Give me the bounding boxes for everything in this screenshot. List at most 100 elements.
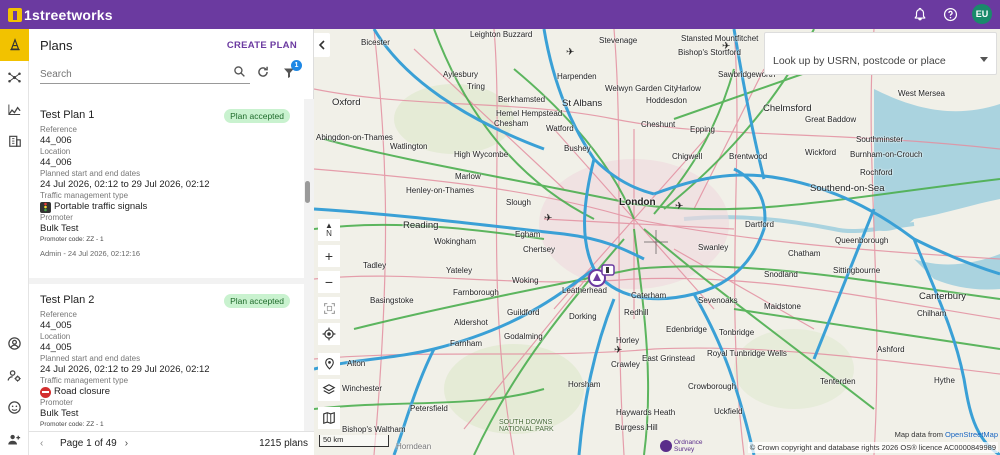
rail-account[interactable] xyxy=(0,327,29,359)
lookup-input[interactable]: Look up by USRN, postcode or place xyxy=(773,55,946,67)
place-label: Burnham-on-Crouch xyxy=(850,150,923,159)
list-scrollbar[interactable] xyxy=(305,181,310,203)
promoter-code: Promoter code: ZZ - 1 xyxy=(40,421,104,428)
network-icon xyxy=(8,72,21,82)
logo-mark-icon xyxy=(8,7,22,22)
analytics-icon xyxy=(8,104,21,115)
place-label: Queenborough xyxy=(835,236,889,245)
place-label: High Wycombe xyxy=(454,150,509,159)
pin-button[interactable] xyxy=(318,353,340,375)
map-pin-icon xyxy=(324,358,334,370)
place-label: Horley xyxy=(616,336,640,345)
copyright-attribution: © Crown copyright and database rights 20… xyxy=(747,442,998,453)
plan-card[interactable]: Test Plan 1 Plan accepted Reference 44_0… xyxy=(29,99,304,278)
layers-button[interactable] xyxy=(318,379,340,401)
location-value: 44_006 xyxy=(40,157,72,168)
locate-icon xyxy=(322,327,336,341)
place-label: Great Baddow xyxy=(805,115,857,124)
map-view[interactable]: ✈ ✈ ✈ ✈ ✈ Bicester Leighton Buzzard Stev… xyxy=(314,29,1000,455)
rail-support[interactable] xyxy=(0,391,29,423)
basemap-button[interactable] xyxy=(318,407,340,429)
reference-value: 44_005 xyxy=(40,320,72,331)
place-label: Uckfield xyxy=(714,407,743,416)
place-label: Chelmsford xyxy=(763,103,812,114)
rail-admin-settings[interactable] xyxy=(0,359,29,391)
zoom-in-button[interactable]: + xyxy=(318,245,340,267)
place-label: Bishop's Waltham xyxy=(342,425,406,434)
place-label: Hemel Hempstead xyxy=(496,109,563,118)
place-label: Maidstone xyxy=(764,302,801,311)
place-label: Burgess Hill xyxy=(615,423,658,432)
reference-value: 44_006 xyxy=(40,135,72,146)
place-label: Welwyn Garden City xyxy=(605,84,678,93)
place-label: Godalming xyxy=(504,332,543,341)
search-icon[interactable] xyxy=(233,65,246,83)
chevron-down-icon[interactable] xyxy=(980,57,988,62)
locate-button[interactable] xyxy=(318,323,340,345)
top-bar: 1streetworks EU xyxy=(0,0,1000,29)
total-plans: 1215 plans xyxy=(259,438,308,449)
place-label: Southminster xyxy=(856,135,904,144)
search-field xyxy=(40,64,250,84)
place-label: Marlow xyxy=(455,172,481,181)
place-label: Tonbridge xyxy=(719,328,755,337)
place-label: Egham xyxy=(515,230,541,239)
place-label: Wokingham xyxy=(434,237,477,246)
plans-list[interactable]: Test Plan 1 Plan accepted Reference 44_0… xyxy=(29,99,314,431)
place-label: Canterbury xyxy=(919,291,966,302)
last-updated: Admin - 24 Jul 2026, 02:12:16 xyxy=(40,249,141,258)
rail-plans[interactable] xyxy=(0,29,29,61)
rail-analytics[interactable] xyxy=(0,93,29,125)
dates-value: 24 Jul 2026, 02:12 to 29 Jul 2026, 02:12 xyxy=(40,364,210,375)
place-label: Crawley xyxy=(611,360,640,369)
tm-type-value: Road closure xyxy=(54,386,110,397)
refresh-icon[interactable] xyxy=(256,65,270,84)
place-label: Bushey xyxy=(564,144,591,153)
collapse-panel-button[interactable] xyxy=(314,33,330,57)
place-label: Chesham xyxy=(494,119,529,128)
place-label: Stansted Mountfitchet xyxy=(681,34,759,43)
create-plan-button[interactable]: CREATE PLAN xyxy=(227,40,297,51)
place-label: Horndean xyxy=(396,442,432,451)
place-label: Watford xyxy=(546,124,574,133)
place-label: Watlington xyxy=(390,142,428,151)
pagination-bar: ‹ Page 1 of 49 › 1215 plans xyxy=(29,431,314,455)
location-lookup[interactable]: Look up by USRN, postcode or place xyxy=(764,32,997,75)
search-input[interactable] xyxy=(40,69,225,80)
zoom-out-button[interactable]: − xyxy=(318,271,340,293)
side-rail xyxy=(0,29,29,455)
place-label: Berkhamsted xyxy=(498,95,546,104)
rail-user-settings[interactable] xyxy=(0,423,29,455)
place-label: Tadley xyxy=(363,261,387,270)
place-label: Reading xyxy=(403,220,439,231)
dates-label: Planned start and end dates xyxy=(40,169,141,178)
place-label: St Albans xyxy=(562,98,603,109)
openstreetmap-link[interactable]: OpenStreetMap xyxy=(945,430,998,439)
compass-button[interactable]: ▲ N xyxy=(318,219,340,241)
place-label: Bishop's Stortford xyxy=(678,48,741,57)
place-label: Woking xyxy=(512,276,539,285)
user-avatar[interactable]: EU xyxy=(972,4,992,24)
place-label: Oxford xyxy=(332,97,361,108)
place-label: Farnborough xyxy=(453,288,499,297)
promoter-label: Promoter xyxy=(40,398,73,407)
bell-icon[interactable] xyxy=(912,6,928,22)
place-label: Slough xyxy=(506,198,531,207)
rail-buildings[interactable] xyxy=(0,125,29,157)
status-badge: Plan accepted xyxy=(224,109,290,123)
place-label: Harpenden xyxy=(557,72,597,81)
filter-count-badge: 1 xyxy=(291,60,302,71)
chevron-left-icon xyxy=(318,40,325,50)
rail-network[interactable] xyxy=(0,61,29,93)
fit-extent-button[interactable] xyxy=(318,297,340,319)
help-icon[interactable] xyxy=(942,6,958,22)
next-page-icon[interactable]: › xyxy=(125,438,128,449)
place-label: Southend-on-Sea xyxy=(810,183,885,194)
app-logo[interactable]: 1streetworks xyxy=(8,7,113,23)
place-label: Dartford xyxy=(745,220,774,229)
place-label: Sevenoaks xyxy=(698,296,738,305)
svg-text:✈: ✈ xyxy=(614,345,622,356)
prev-page-icon[interactable]: ‹ xyxy=(40,438,52,449)
plan-card[interactable]: Test Plan 2 Plan accepted Reference 44_0… xyxy=(29,284,304,431)
minus-icon: − xyxy=(324,274,334,290)
